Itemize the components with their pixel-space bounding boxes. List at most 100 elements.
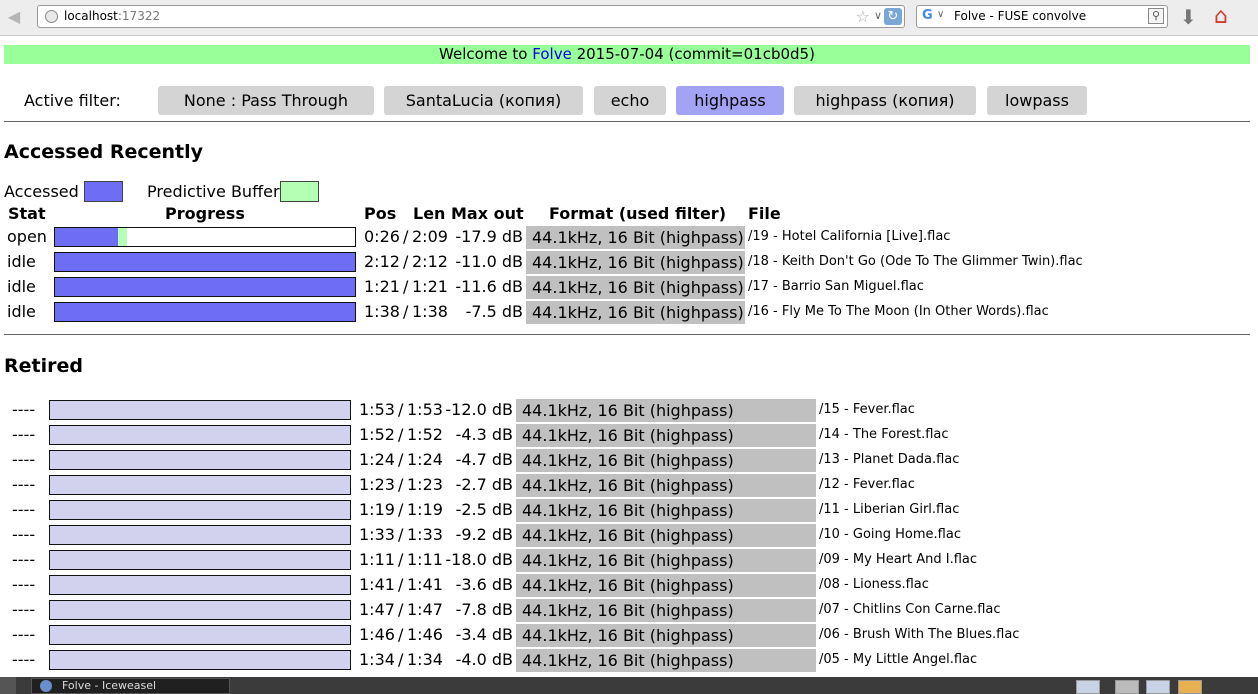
welcome-suffix: 2015-07-04 (commit=01cb0d5)	[571, 45, 815, 63]
row-file: /15 - Fever.flac	[819, 402, 915, 417]
row-len: 1:53	[407, 400, 443, 419]
header-progress: Progress	[165, 204, 245, 223]
filter-button-none[interactable]: None : Pass Through	[158, 86, 374, 115]
table-row: open 0:26/2:09 -17.9 dB 44.1kHz, 16 Bit (hi…	[0, 226, 1258, 249]
row-sep: /	[403, 227, 409, 246]
row-max-out: -4.3 dB	[455, 425, 513, 444]
legend-accessed-label: Accessed	[4, 182, 79, 201]
row-sep: /	[403, 252, 409, 271]
home-icon[interactable]: ⌂	[1214, 5, 1238, 29]
row-file: /12 - Fever.flac	[819, 477, 915, 492]
tray-icon[interactable]	[1115, 680, 1139, 694]
table-row: ---- 1:41/1:41 -3.6 dB 44.1kHz, 16 Bit (hig…	[0, 574, 1258, 597]
chevron-down-icon[interactable]: ∨	[874, 9, 882, 22]
welcome-prefix: Welcome to	[439, 45, 533, 63]
tray-icon[interactable]	[1076, 680, 1100, 694]
row-stat: ----	[12, 575, 36, 594]
divider	[4, 121, 1250, 122]
row-len: 1:34	[407, 650, 443, 669]
tray-icon[interactable]	[1178, 680, 1202, 694]
row-pos: 1:33	[359, 525, 395, 544]
row-sep: /	[398, 550, 404, 569]
table-row: ---- 1:11/1:11 -18.0 dB 44.1kHz, 16 Bit (hi…	[0, 549, 1258, 572]
row-file: /09 - My Heart And I.flac	[819, 552, 978, 567]
search-text[interactable]: Folve - FUSE convolve	[954, 9, 1086, 23]
progress-bar	[49, 600, 351, 620]
row-len: 1:11	[407, 550, 443, 569]
row-len: 1:38	[412, 302, 448, 321]
row-pos: 1:38	[364, 302, 400, 321]
progress-bar	[49, 575, 351, 595]
row-max-out: -2.7 dB	[455, 475, 513, 494]
url-text[interactable]: localhost:17322	[64, 9, 160, 23]
progress-bar	[49, 500, 351, 520]
filter-button-lowpass[interactable]: lowpass	[987, 86, 1087, 115]
progress-fill	[55, 278, 355, 296]
row-format: 44.1kHz, 16 Bit (highpass)	[516, 499, 816, 522]
progress-fill	[55, 228, 118, 246]
progress-bar	[49, 550, 351, 570]
row-sep: /	[398, 600, 404, 619]
filter-button-santalucia[interactable]: SantaLucia (копия)	[384, 86, 583, 115]
row-sep: /	[398, 525, 404, 544]
row-sep: /	[403, 277, 409, 296]
table-row: ---- 1:47/1:47 -7.8 dB 44.1kHz, 16 Bit (hig…	[0, 599, 1258, 622]
welcome-banner: Welcome to Folve 2015-07-04 (commit=01cb…	[4, 45, 1250, 64]
row-pos: 1:24	[359, 450, 395, 469]
row-pos: 1:53	[359, 400, 395, 419]
url-port: :17322	[117, 9, 161, 23]
row-sep: /	[398, 650, 404, 669]
download-icon[interactable]: ⬇	[1180, 6, 1197, 28]
search-input[interactable]: G ∨ Folve - FUSE convolve ⚲	[916, 5, 1168, 28]
row-stat: ----	[12, 625, 36, 644]
row-max-out: -9.2 dB	[455, 525, 513, 544]
row-pos: 1:11	[359, 550, 395, 569]
row-len: 1:21	[412, 277, 448, 296]
row-format: 44.1kHz, 16 Bit (highpass)	[516, 524, 816, 547]
row-pos: 1:21	[364, 277, 400, 296]
row-stat: ----	[12, 600, 36, 619]
reload-icon[interactable]: ↻	[884, 8, 902, 25]
chevron-down-icon[interactable]: ∨	[937, 9, 944, 20]
row-len: 1:23	[407, 475, 443, 494]
google-icon[interactable]: G	[922, 8, 933, 23]
row-stat: ----	[12, 500, 36, 519]
row-format: 44.1kHz, 16 Bit (highpass)	[516, 624, 816, 647]
row-max-out: -11.6 dB	[455, 277, 523, 296]
retired-title: Retired	[4, 355, 83, 377]
row-file: /11 - Liberian Girl.flac	[819, 502, 960, 517]
row-pos: 1:41	[359, 575, 395, 594]
row-stat: ----	[12, 425, 36, 444]
buffer-fill	[118, 228, 127, 246]
url-bar[interactable]: localhost:17322 ☆ ∨ ↻	[37, 5, 905, 28]
header-format: Format (used filter)	[549, 204, 726, 223]
filter-row: Active filter: None : Pass Through Santa…	[0, 86, 1258, 115]
row-file: /06 - Brush With The Blues.flac	[819, 627, 1020, 642]
row-stat: ----	[12, 525, 36, 544]
table-row: ---- 1:52/1:52 -4.3 dB 44.1kHz, 16 Bit (hig…	[0, 424, 1258, 447]
row-len: 2:12	[412, 252, 448, 271]
star-icon[interactable]: ☆	[856, 7, 870, 26]
progress-bar	[54, 302, 356, 322]
taskbar-window-button[interactable]: Folve - Iceweasel	[31, 678, 230, 694]
back-arrow-icon[interactable]: ◀	[4, 8, 24, 26]
filter-button-highpass[interactable]: highpass	[676, 86, 784, 115]
magnifier-icon[interactable]: ⚲	[1148, 8, 1164, 24]
row-file: /16 - Fly Me To The Moon (In Other Words…	[748, 304, 1049, 319]
filter-button-echo[interactable]: echo	[594, 86, 666, 115]
row-stat: ----	[12, 475, 36, 494]
table-row: ---- 1:19/1:19 -2.5 dB 44.1kHz, 16 Bit (hig…	[0, 499, 1258, 522]
row-len: 2:09	[412, 227, 448, 246]
row-file: /08 - Lioness.flac	[819, 577, 929, 592]
tray-icon[interactable]	[1146, 680, 1170, 694]
row-len: 1:33	[407, 525, 443, 544]
row-file: /05 - My Little Angel.flac	[819, 652, 978, 667]
row-len: 1:19	[407, 500, 443, 519]
folve-link[interactable]: Folve	[532, 45, 572, 63]
row-max-out: -7.5 dB	[465, 302, 523, 321]
row-sep: /	[403, 302, 409, 321]
start-button[interactable]	[0, 677, 16, 694]
row-pos: 1:34	[359, 650, 395, 669]
progress-bar	[49, 400, 351, 420]
filter-button-highpass-copy[interactable]: highpass (копия)	[794, 86, 976, 115]
